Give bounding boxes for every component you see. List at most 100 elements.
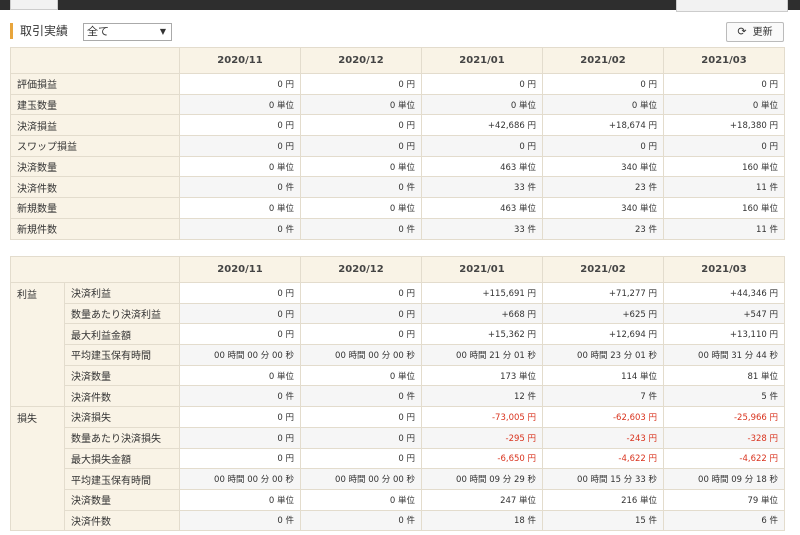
row-label: 決済損益 bbox=[10, 114, 180, 137]
cell-value: 160 単位 bbox=[663, 155, 785, 178]
top-tab-right[interactable] bbox=[676, 0, 788, 12]
cell-value: 0 円 bbox=[179, 447, 301, 470]
cell-value: 0 円 bbox=[179, 73, 301, 95]
cell-value: +12,694 円 bbox=[542, 323, 664, 346]
cell-value: 0 円 bbox=[300, 73, 422, 95]
cell-value: 00 時間 00 分 00 秒 bbox=[300, 344, 422, 366]
month-header: 2021/01 bbox=[421, 256, 543, 283]
cell-value: +42,686 円 bbox=[421, 114, 543, 137]
table-row: 決済件数 0 件0 件 33 件 23 件 11 件 bbox=[10, 176, 785, 199]
cell-value: 0 件 bbox=[300, 385, 422, 408]
profit-loss-table: 2020/11 2020/12 2021/01 2021/02 2021/03 … bbox=[10, 256, 785, 532]
cell-value: 0 件 bbox=[300, 509, 422, 532]
cell-value: 0 円 bbox=[179, 135, 301, 157]
cell-value: 0 円 bbox=[300, 302, 422, 325]
cell-value: 340 単位 bbox=[542, 197, 664, 219]
table-row: 決済件数 0 件0 件 18 件 15 件6 件 bbox=[11, 509, 785, 532]
month-header: 2020/12 bbox=[300, 47, 422, 74]
cell-value: 0 単位 bbox=[179, 155, 301, 178]
cell-value: 0 単位 bbox=[300, 488, 422, 511]
row-label: 平均建玉保有時間 bbox=[64, 344, 180, 366]
cell-value: 0 件 bbox=[179, 176, 301, 199]
cell-value: 114 単位 bbox=[542, 364, 664, 387]
cell-value: 0 円 bbox=[179, 282, 301, 304]
toolbar: 取引実績 全て ▼ ⟳ 更新 bbox=[0, 20, 800, 44]
row-label: 平均建玉保有時間 bbox=[64, 468, 180, 490]
cell-value: 12 件 bbox=[421, 385, 543, 408]
month-header: 2021/03 bbox=[663, 47, 785, 74]
cell-value: 0 円 bbox=[663, 73, 785, 95]
group-label: 利益 bbox=[10, 281, 65, 408]
cell-value: 00 時間 23 分 01 秒 bbox=[542, 344, 664, 366]
cell-value: 23 件 bbox=[542, 217, 664, 240]
cell-value: 0 円 bbox=[421, 73, 543, 95]
cell-value: 0 件 bbox=[179, 385, 301, 408]
row-label: スワップ損益 bbox=[10, 135, 180, 157]
table-row: 損失 決済損失 0 円0 円 -73,005 円 -62,603 円 -25,966 円 bbox=[10, 406, 785, 532]
cell-value: 0 円 bbox=[300, 447, 422, 470]
cell-value: 0 円 bbox=[300, 323, 422, 346]
filter-select[interactable]: 全て ▼ bbox=[83, 23, 172, 41]
table-row: 数量あたり決済利益 0 円0 円 +668 円 +625 円 +547 円 bbox=[11, 302, 785, 325]
table-row: 新規数量 0 単位 0 単位 463 単位 340 単位 160 単位 bbox=[10, 197, 785, 219]
cell-value: -4,622 円 bbox=[663, 447, 785, 470]
cell-value: +547 円 bbox=[663, 302, 785, 325]
refresh-button[interactable]: ⟳ 更新 bbox=[726, 22, 784, 42]
header-corner bbox=[10, 256, 180, 283]
table-row: 決済数量 0 単位 0 単位 173 単位 114 単位 81 単位 bbox=[11, 364, 785, 387]
cell-value: 81 単位 bbox=[663, 364, 785, 387]
cell-value: +15,362 円 bbox=[421, 323, 543, 346]
browser-top-strip bbox=[0, 0, 800, 12]
cell-value: 0 円 bbox=[179, 302, 301, 325]
cell-value: 160 単位 bbox=[663, 197, 785, 219]
month-header: 2021/02 bbox=[542, 256, 664, 283]
row-label: 数量あたり決済損失 bbox=[64, 426, 180, 449]
cell-value: +18,380 円 bbox=[663, 114, 785, 137]
cell-value: 0 円 bbox=[300, 406, 422, 428]
cell-value: -62,603 円 bbox=[542, 406, 664, 428]
top-tab-left[interactable] bbox=[10, 0, 58, 10]
cell-value: 0 円 bbox=[300, 114, 422, 137]
cell-value: 0 単位 bbox=[179, 197, 301, 219]
row-label: 決済損失 bbox=[64, 406, 180, 428]
cell-value: 0 件 bbox=[179, 217, 301, 240]
table-row: 決済損益 0 円0 円 +42,686 円 +18,674 円 +18,380 円 bbox=[10, 114, 785, 137]
cell-value: 7 件 bbox=[542, 385, 664, 408]
cell-value: 0 単位 bbox=[421, 93, 543, 116]
cell-value: 0 件 bbox=[179, 509, 301, 532]
cell-value: 15 件 bbox=[542, 509, 664, 532]
cell-value: -295 円 bbox=[421, 426, 543, 449]
cell-value: 00 時間 15 分 33 秒 bbox=[542, 468, 664, 490]
cell-value: 33 件 bbox=[421, 176, 543, 199]
section-title: 取引実績 bbox=[10, 23, 68, 39]
cell-value: 0 円 bbox=[179, 323, 301, 346]
cell-value: 33 件 bbox=[421, 217, 543, 240]
table-row: 決済件数 0 件0 件 12 件7 件5 件 bbox=[11, 385, 785, 408]
table-row: 平均建玉保有時間 00 時間 00 分 00 秒 00 時間 00 分 00 秒 00… bbox=[11, 344, 785, 366]
cell-value: 11 件 bbox=[663, 217, 785, 240]
cell-value: 173 単位 bbox=[421, 364, 543, 387]
cell-value: 247 単位 bbox=[421, 488, 543, 511]
cell-value: 0 円 bbox=[179, 426, 301, 449]
cell-value: 0 件 bbox=[300, 176, 422, 199]
cell-value: 0 単位 bbox=[300, 364, 422, 387]
cell-value: 0 円 bbox=[300, 135, 422, 157]
cell-value: +18,674 円 bbox=[542, 114, 664, 137]
row-label: 新規件数 bbox=[10, 217, 180, 240]
cell-value: 0 円 bbox=[542, 135, 664, 157]
month-header: 2021/03 bbox=[663, 256, 785, 283]
cell-value: 0 単位 bbox=[300, 93, 422, 116]
table-row: 平均建玉保有時間 00 時間 00 分 00 秒 00 時間 00 分 00 秒 00… bbox=[11, 468, 785, 490]
row-label: 決済数量 bbox=[64, 364, 180, 387]
cell-value: 0 単位 bbox=[179, 488, 301, 511]
table-row: 新規件数 0 件0 件 33 件 23 件 11 件 bbox=[10, 217, 785, 240]
cell-value: 0 単位 bbox=[300, 155, 422, 178]
table-row: スワップ損益 0 円0 円0 円0 円0 円 bbox=[10, 135, 785, 157]
cell-value: 11 件 bbox=[663, 176, 785, 199]
refresh-label: 更新 bbox=[752, 27, 773, 38]
row-label: 新規数量 bbox=[10, 197, 180, 219]
row-label: 決済数量 bbox=[10, 155, 180, 178]
cell-value: 463 単位 bbox=[421, 155, 543, 178]
cell-value: 0 単位 bbox=[179, 364, 301, 387]
cell-value: 0 円 bbox=[179, 114, 301, 137]
